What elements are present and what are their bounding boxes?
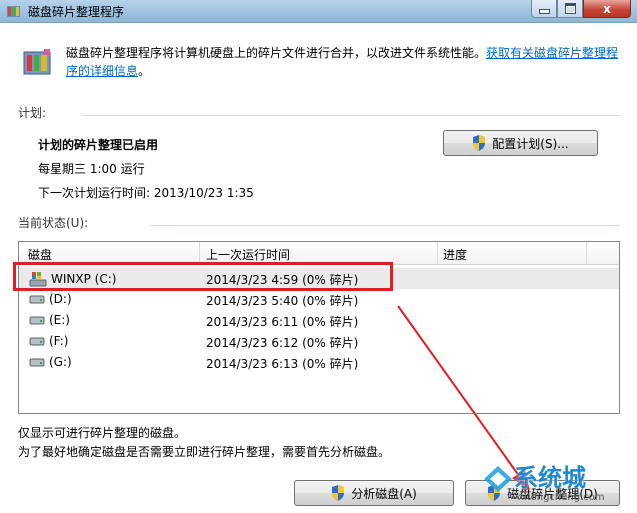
watermark-url: xitongcheng.com bbox=[518, 492, 605, 503]
annotation-arrow bbox=[397, 305, 530, 491]
watermark-logo-icon bbox=[484, 466, 512, 492]
arrow-line bbox=[397, 305, 523, 481]
watermark-brand: 系统城 bbox=[514, 464, 586, 492]
site-watermark: 系统城 xitongcheng.com bbox=[478, 462, 637, 513]
defrag-window: 磁盘碎片整理程序 x 磁盘碎片整理程序将计算机硬盘上的碎片文件进行合并，以改进文… bbox=[0, 0, 637, 513]
